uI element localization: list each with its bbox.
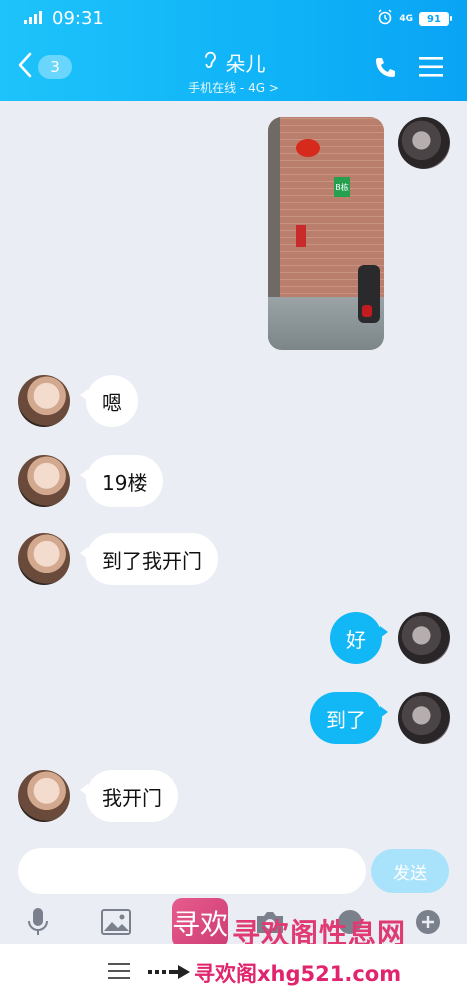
message-bubble-incoming[interactable]: 19楼 <box>79 455 164 507</box>
contact-name: 朵儿 <box>225 52 266 76</box>
avatar-contact[interactable] <box>18 455 70 507</box>
avatar-self[interactable] <box>398 692 450 744</box>
avatar-contact[interactable] <box>18 533 70 585</box>
send-button[interactable]: 发送 <box>371 849 449 893</box>
composer: 发送 <box>0 845 467 900</box>
message-bubble-outgoing[interactable]: 好 <box>330 612 388 664</box>
chat-header: 09:31 4G 91 3 朵儿 手机在线 - 4G > <box>0 0 467 101</box>
nav-bar: 3 朵儿 手机在线 - 4G > <box>0 40 467 98</box>
message-bubble-incoming[interactable]: 嗯 <box>80 375 138 427</box>
menu-button[interactable] <box>419 56 443 82</box>
phone-call-button[interactable] <box>373 56 397 84</box>
message-bubble-outgoing[interactable]: 到了 <box>310 692 388 744</box>
message-bubble-incoming[interactable]: 我开门 <box>80 770 178 822</box>
image-icon[interactable] <box>100 906 132 938</box>
watermark-logo: 寻欢 <box>172 898 228 948</box>
more-plus-icon[interactable] <box>412 906 444 938</box>
battery-indicator: 91 <box>419 12 452 26</box>
message-bubble-incoming[interactable]: 到了我开门 <box>80 533 218 585</box>
avatar-self[interactable] <box>398 612 450 664</box>
avatar-contact[interactable] <box>18 375 70 427</box>
avatar-self[interactable] <box>398 117 450 169</box>
microphone-icon[interactable] <box>22 906 54 938</box>
red-lantern <box>296 139 320 157</box>
message-image[interactable]: B栋 <box>268 117 384 350</box>
watermark-url: 寻欢阁xhg521.com <box>194 962 402 986</box>
status-time: 09:31 <box>52 8 104 29</box>
avatar-contact[interactable] <box>18 770 70 822</box>
scooter <box>358 265 380 323</box>
network-type: 4G <box>399 13 413 24</box>
system-nav-bar: 寻欢阁xhg521.com <box>0 944 467 1000</box>
recent-apps-icon[interactable] <box>108 962 130 984</box>
ear-icon <box>202 50 218 75</box>
building-sign: B栋 <box>334 177 350 197</box>
alarm-icon <box>377 9 393 29</box>
signal-icon <box>24 9 46 28</box>
message-input[interactable] <box>18 848 366 894</box>
status-bar: 09:31 4G 91 <box>0 0 467 36</box>
arrow-right-icon[interactable] <box>148 964 192 984</box>
